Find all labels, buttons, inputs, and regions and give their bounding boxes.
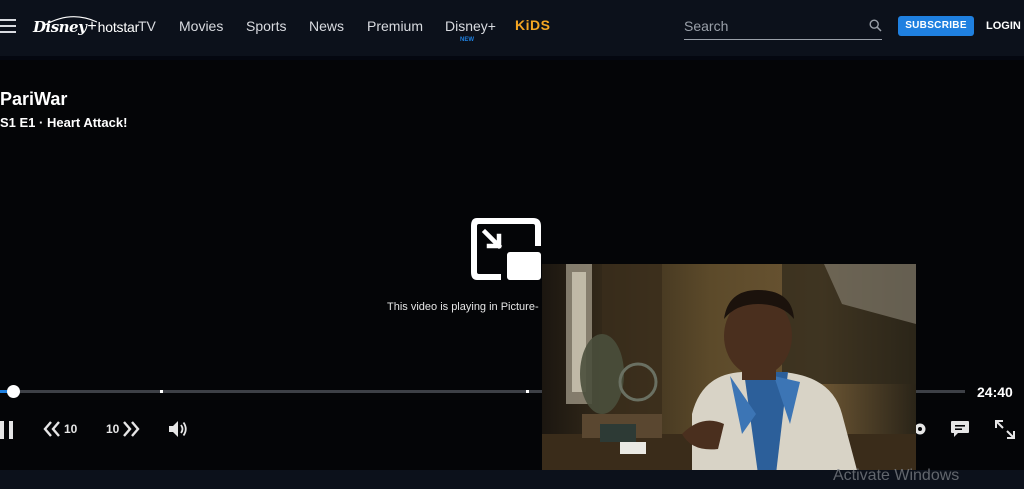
- nav-movies[interactable]: Movies: [179, 18, 223, 34]
- rewind-icon: [43, 421, 60, 437]
- forward-10-button[interactable]: 10: [106, 421, 140, 437]
- show-title: PariWar: [0, 89, 68, 109]
- subscribe-button[interactable]: SUBSCRIBE: [898, 16, 974, 36]
- progress-marker: [160, 390, 163, 393]
- login-button[interactable]: LOGIN: [986, 20, 1021, 32]
- pip-status-message: This video is playing in Picture-: [387, 301, 539, 313]
- volume-button[interactable]: [169, 420, 189, 438]
- volume-icon: [169, 421, 187, 437]
- subtitles-icon: [951, 421, 969, 437]
- logo-hotstar-text: hotstar: [97, 19, 140, 35]
- rewind-10-button[interactable]: 10: [43, 421, 77, 437]
- menu-icon[interactable]: [0, 19, 16, 33]
- os-activation-watermark: Activate Windows: [833, 467, 960, 484]
- picture-in-picture-icon: [471, 218, 541, 280]
- search-icon[interactable]: [869, 19, 882, 32]
- new-badge: NEW: [460, 37, 474, 43]
- top-navigation-bar: Disney + hotstar TV Movies Sports News P…: [0, 0, 1024, 56]
- progress-marker: [526, 390, 529, 393]
- disney-hotstar-logo[interactable]: Disney + hotstar: [33, 12, 139, 42]
- fullscreen-icon: [995, 420, 1015, 439]
- pip-video-frame: [542, 264, 916, 474]
- episode-title: S1 E1 · Heart Attack!: [0, 115, 128, 130]
- search-bar: [684, 14, 882, 40]
- nav-kids[interactable]: KiDS: [515, 17, 550, 33]
- logo-arc-icon: [44, 16, 98, 26]
- fullscreen-button[interactable]: [995, 420, 1015, 439]
- progress-scrubber-handle[interactable]: [7, 385, 20, 398]
- subtitles-button[interactable]: [950, 420, 970, 438]
- nav-premium[interactable]: Premium: [367, 18, 423, 34]
- nav-sports[interactable]: Sports: [246, 18, 286, 34]
- nav-tv[interactable]: TV: [138, 18, 156, 34]
- nav-news[interactable]: News: [309, 18, 344, 34]
- pip-video-window[interactable]: [542, 264, 916, 474]
- time-remaining: 24:40: [977, 384, 1013, 400]
- forward-label: 10: [106, 422, 120, 436]
- pause-button[interactable]: [0, 421, 14, 439]
- pause-icon: [0, 421, 13, 439]
- nav-disney-plus[interactable]: Disney+: [445, 18, 496, 34]
- search-input[interactable]: [684, 16, 864, 36]
- forward-icon: [123, 421, 140, 437]
- rewind-label: 10: [64, 422, 78, 436]
